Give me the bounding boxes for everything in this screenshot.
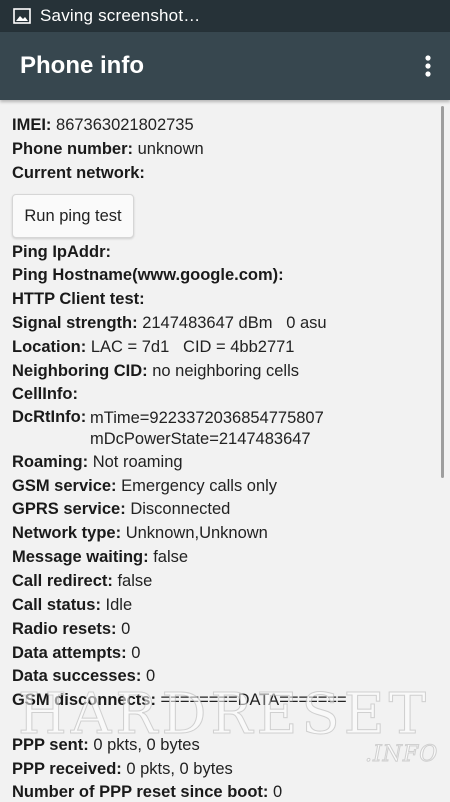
radio-resets-row: Radio resets: 0 [12,620,130,639]
http-client-row: HTTP Client test: [12,290,145,309]
dcrtinfo-mtime: mTime=9223372036854775807 [90,409,324,427]
ppp-sent-label: PPP sent: [12,736,89,754]
data-successes-value: 0 [145,667,156,685]
gsm-service-label: GSM service: [12,477,117,495]
gsm-service-value: Emergency calls only [121,477,278,495]
call-redirect-label: Call redirect: [12,572,113,590]
network-type-label: Network type: [12,524,122,542]
status-notification-text: Saving screenshot… [40,6,201,25]
gsm-service-row: GSM service: Emergency calls only [12,477,277,496]
ppp-received-label: PPP received: [12,760,122,778]
neighboring-cid-value: no neighboring cells [152,362,300,380]
radio-resets-label: Radio resets: [12,620,117,638]
gprs-service-label: GPRS service: [12,500,126,518]
ping-hostname-label: Ping Hostname(www.google.com): [12,266,284,284]
neighboring-cid-label: Neighboring CID: [12,362,148,380]
page-title: Phone info [20,52,144,79]
call-status-value: Idle [105,596,133,614]
dcrtinfo-label: DcRtInfo: [12,408,87,426]
ppp-sent-row: PPP sent: 0 pkts, 0 bytes [12,736,200,755]
image-icon [13,8,31,24]
data-successes-label: Data successes: [12,667,142,685]
roaming-value: Not roaming [92,453,183,471]
call-status-row: Call status: Idle [12,596,132,615]
gsm-disconnects-label: GSM disconnects: [12,691,156,709]
ppp-sent-value: 0 pkts, 0 bytes [93,736,200,754]
message-waiting-value: false [153,548,189,566]
overflow-menu-icon [425,55,431,77]
signal-strength-row: Signal strength: 2147483647 dBm 0 asu [12,314,327,333]
scrollbar[interactable] [441,106,444,478]
overflow-menu-button[interactable] [408,42,448,90]
ping-ipaddr-label: Ping IpAddr: [12,243,111,261]
ppp-received-row: PPP received: 0 pkts, 0 bytes [12,760,233,779]
message-waiting-label: Message waiting: [12,548,149,566]
gprs-service-row: GPRS service: Disconnected [12,500,230,519]
current-network-label: Current network: [12,164,145,182]
dcrtinfo-values: mTime=9223372036854775807 mDcPowerState=… [90,408,324,450]
call-redirect-value: false [117,572,153,590]
call-status-label: Call status: [12,596,101,614]
neighboring-cid-row: Neighboring CID: no neighboring cells [12,362,299,381]
dcrtinfo-powerstate: mDcPowerState=2147483647 [90,430,311,448]
phone-number-label: Phone number: [12,140,134,158]
phone-number-row: Phone number: unknown [12,140,204,159]
ppp-resets-row: Number of PPP reset since boot: 0 [12,783,282,802]
data-attempts-row: Data attempts: 0 [12,644,140,663]
data-successes-row: Data successes: 0 [12,667,155,686]
ppp-received-value: 0 pkts, 0 bytes [126,760,233,778]
data-attempts-value: 0 [131,644,141,662]
network-type-value: Unknown,Unknown [125,524,268,542]
ping-ipaddr-row: Ping IpAddr: [12,243,111,262]
signal-strength-value: 2147483647 dBm 0 asu [142,314,327,332]
radio-resets-value: 0 [121,620,131,638]
imei-row: IMEI: 867363021802735 [12,116,194,135]
imei-label: IMEI: [12,116,52,134]
phone-number-value: unknown [137,140,204,158]
cellinfo-row: CellInfo: [12,385,78,404]
data-attempts-label: Data attempts: [12,644,127,662]
http-client-label: HTTP Client test: [12,290,145,308]
location-row: Location: LAC = 7d1 CID = 4bb2771 [12,338,294,357]
location-label: Location: [12,338,87,356]
signal-strength-label: Signal strength: [12,314,138,332]
ping-hostname-row: Ping Hostname(www.google.com): [12,266,284,285]
dcrtinfo-row: DcRtInfo: [12,408,86,427]
roaming-row: Roaming: Not roaming [12,453,183,472]
network-type-row: Network type: Unknown,Unknown [12,524,268,543]
location-value: LAC = 7d1 CID = 4bb2771 [90,338,295,356]
watermark-sub-text: .INFO [364,742,439,768]
gprs-service-value: Disconnected [130,500,231,518]
gsm-disconnects-value: ========DATA======= [160,691,347,709]
imei-value: 867363021802735 [56,116,194,134]
ppp-resets-label: Number of PPP reset since boot: [12,783,269,801]
message-waiting-row: Message waiting: false [12,548,188,567]
run-ping-test-button[interactable]: Run ping test [12,194,134,238]
ppp-resets-value: 0 [273,783,283,801]
status-bar: Saving screenshot… [0,0,450,32]
current-network-row: Current network: [12,164,145,183]
call-redirect-row: Call redirect: false [12,572,152,591]
gsm-disconnects-row: GSM disconnects: ========DATA======= [12,691,347,710]
app-bar: Phone info [0,32,450,100]
cellinfo-label: CellInfo: [12,385,78,403]
roaming-label: Roaming: [12,453,89,471]
